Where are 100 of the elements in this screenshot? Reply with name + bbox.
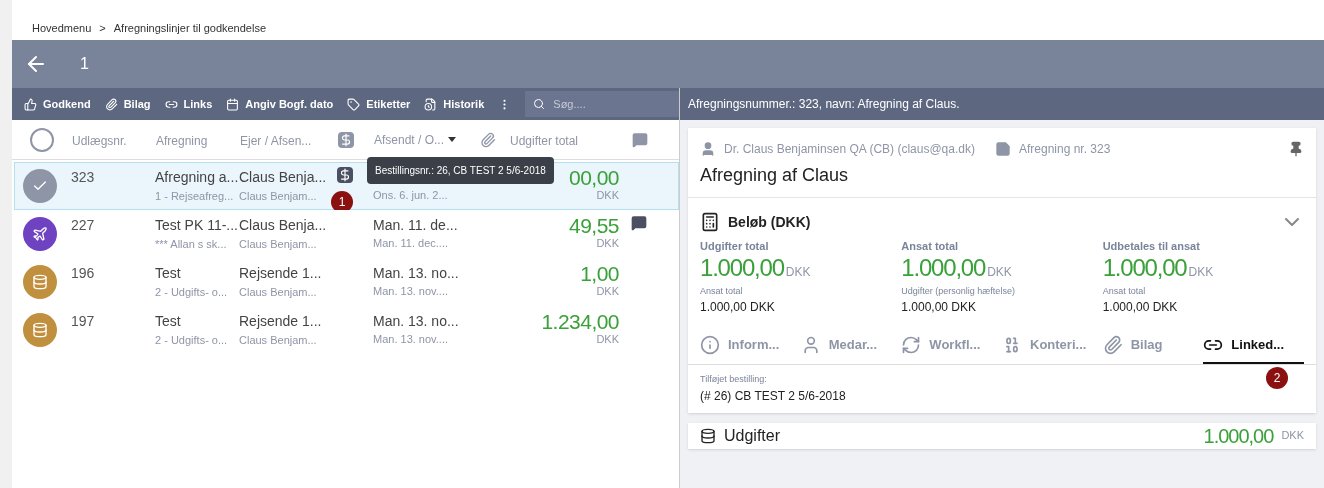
thumbs-up-icon [24,97,37,111]
sub-label: Udgifter (personlig hæftelse) [901,284,1016,298]
section-title: Udgifter [724,425,781,446]
toolbar-button[interactable]: Angiv Bogf. dato [226,95,334,113]
coins-icon [32,322,48,338]
toolbar-button[interactable]: Historik [424,95,485,113]
column-header[interactable]: Ejer / Afsen... [240,133,312,148]
calendar-icon [226,97,240,111]
sub-value: 1.000,00 DKK [700,299,776,316]
row-owner: Rejsende 1... [239,264,323,283]
search-field[interactable]: Søg.... [525,91,679,117]
linked-value: (# 26) CB TEST 2 5/6-2018 [700,387,846,405]
history-icon [424,97,438,111]
calculator-icon [700,212,720,232]
toolbar-button[interactable]: Bilag [104,95,151,113]
select-all-checkbox[interactable] [30,127,54,152]
comment-icon [632,131,648,148]
row-subtitle: *** Allan s sk... [155,237,228,252]
sub-label: Ansat total [1102,284,1147,298]
reference-text: Afregning nr. 323 [1018,141,1111,158]
row-amount: 1.234,00 [541,311,619,333]
row-currency: DKK [596,237,619,249]
row-currency: DKK [596,333,619,345]
row-date-sub: Man. 11. dec.... [373,236,449,251]
breadcrumb-item[interactable]: Hovedmenu [32,19,92,36]
row-date-sub: Ons. 6. jun. 2... [373,188,449,203]
row-number: 197 [71,313,95,329]
row-title: Test [155,264,182,283]
amount-label: Ansat total [901,239,960,254]
amount-label: Udgifter total [700,239,770,254]
row-number: 227 [71,217,95,233]
tab[interactable]: Konteri... [1002,328,1103,364]
pin-icon[interactable] [1288,141,1304,157]
linked-label: Tilføjet bestilling: [700,373,767,386]
detail-header-text: Afregningsnummer.: 323, navn: Afregning af Claus. [688,96,960,113]
column-header[interactable]: Afsendt / O... [374,130,445,149]
comment-icon[interactable] [631,215,647,231]
row-date-sub: Man. 13. nov.... [373,284,449,299]
toolbar-button[interactable]: Godkend [24,95,91,113]
amount-label: Udbetales til ansat [1102,239,1201,254]
row-subtitle: 2 - Udgifts- o... [155,285,229,300]
row-date-sub: Man. 13. nov.... [373,332,449,347]
section-title: Beløb (DKK) [728,212,811,232]
row-date: Man. 13. no... [373,264,460,283]
row-amount: 49,55 [569,215,619,237]
breadcrumb-item: > [99,20,106,36]
tag-icon [347,97,361,111]
row-number: 323 [71,169,95,185]
coins-icon [700,427,716,444]
column-header[interactable]: Udgifter total [510,133,579,148]
column-header[interactable]: Udlægsnr. [72,133,127,148]
row-currency: DKK [596,285,619,297]
amount-value: 1.000,00 [1102,254,1187,281]
selection-count: 1 [80,54,89,74]
tab[interactable]: Medar... [800,328,902,364]
amount-value: 1.000,00 [1203,424,1274,447]
amount-currency: DKK [987,263,1012,281]
paperclip-icon [480,131,496,148]
tab[interactable]: Inform... [700,328,801,364]
row-date: Man. 13. no... [373,312,460,331]
row-sender: Claus Benjam... [239,285,318,300]
dollar-icon [338,131,354,148]
paperclip-icon [104,97,118,111]
row-date: Man. 11. de... [373,216,459,235]
row-currency: DKK [596,189,619,201]
sub-value: 1.000,00 DKK [901,299,978,316]
column-header[interactable]: Afregning [156,133,208,148]
cycle-icon [901,335,922,355]
sub-label: Ansat total [700,284,744,298]
toolbar-button[interactable]: Links [164,95,213,113]
row-sender: Claus Benjam... [239,333,318,348]
tab[interactable]: Linked... [1203,328,1305,364]
plane-icon [32,226,48,242]
row-title: Test [155,312,182,331]
breadcrumb-item[interactable]: Afregningslinjer til godkendelse [113,19,267,36]
row-owner: Claus Benja... [239,168,328,187]
toolbar-button[interactable]: Etiketter [347,95,411,113]
amount-currency: DKK [785,263,811,281]
tab[interactable]: Bilag [1102,328,1204,364]
marker-badge: 2 [1266,367,1288,389]
row-owner: Claus Benja... [239,216,328,235]
info-icon [700,335,720,355]
row-subtitle: 2 - Udgifts- o... [155,333,229,348]
detail-title: Afregning af Claus [700,165,849,185]
row-sender: Claus Benjam... [239,189,318,204]
marker-badge: 1 [331,191,353,213]
row-subtitle: 1 - Rejseafreg... [155,189,235,204]
row-amount: 1,00 [580,263,619,285]
person-icon [700,141,716,157]
dollar-icon [337,167,353,183]
caret-icon[interactable] [448,137,457,142]
sub-value: 1.000,00 DKK [1102,299,1179,316]
owner-text: Dr. Claus Benjaminsen QA (CB) (claus@qa.dk) [724,141,975,158]
row-owner: Rejsende 1... [239,312,323,331]
amount-currency: DKK [1281,428,1304,444]
row-amount: 00,00 [569,167,619,189]
tab[interactable]: Workfl... [901,328,1002,364]
search-icon [533,98,546,110]
row-number: 196 [71,265,95,281]
amount-value: 1.000,00 [901,254,986,281]
